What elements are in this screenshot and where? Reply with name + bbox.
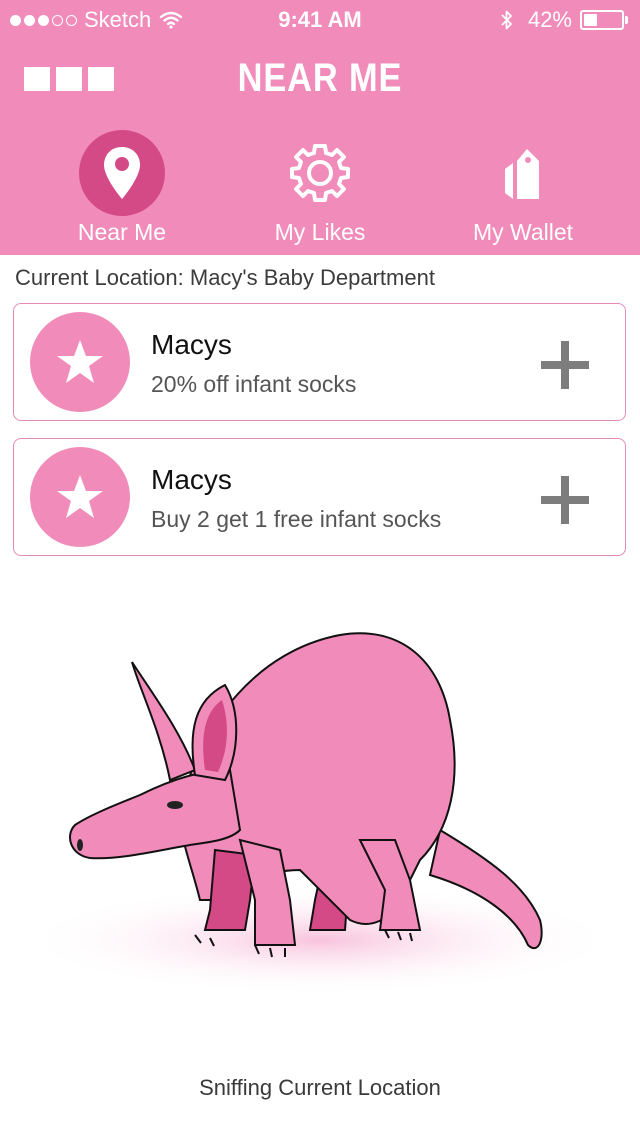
- tab-near-me[interactable]: Near Me: [22, 130, 222, 246]
- aardvark-illustration: [20, 632, 620, 995]
- battery-tip: [625, 16, 628, 24]
- aardvark-eye: [167, 801, 183, 809]
- page-title: NEAR ME: [237, 56, 403, 100]
- tab-icon-circle: [79, 130, 165, 216]
- bluetooth-icon: [501, 10, 512, 30]
- tab-my-likes[interactable]: My Likes: [220, 130, 420, 246]
- deal-card[interactable]: Macys Buy 2 get 1 free infant socks: [13, 438, 626, 556]
- deal-badge: [30, 447, 130, 547]
- tag-icon: [505, 149, 539, 199]
- aardvark-ear-far: [131, 661, 197, 782]
- map-pin-icon: [104, 147, 140, 199]
- tab-my-wallet[interactable]: My Wallet: [423, 130, 623, 246]
- battery-level: [584, 14, 597, 26]
- aardvark-nostril: [77, 839, 83, 851]
- app-header: Sketch 9:41 AM 42% NEAR ME Near Me My Li…: [0, 0, 640, 255]
- deal-card[interactable]: Macys 20% off infant socks: [13, 303, 626, 421]
- status-caption: Sniffing Current Location: [199, 1075, 441, 1100]
- plus-icon: [561, 341, 569, 389]
- deal-description: 20% off infant socks: [151, 371, 357, 397]
- status-bar: Sketch 9:41 AM 42%: [0, 0, 640, 40]
- deal-badge: [30, 312, 130, 412]
- current-location: Current Location: Macy's Baby Department: [15, 265, 435, 290]
- tab-label: Near Me: [77, 219, 167, 245]
- tab-icon-circle: [277, 130, 363, 216]
- tab-icon-circle: [480, 130, 566, 216]
- deal-title: Macys: [151, 329, 232, 360]
- battery-percent: 42%: [527, 7, 572, 32]
- tab-label: My Wallet: [472, 219, 574, 245]
- deal-description: Buy 2 get 1 free infant socks: [151, 506, 442, 532]
- status-right: 42%: [500, 7, 628, 33]
- plus-icon: [561, 476, 569, 524]
- add-deal-button[interactable]: [541, 476, 589, 524]
- gear-icon: [290, 144, 350, 202]
- star-icon: [57, 340, 103, 383]
- star-icon: [57, 475, 103, 518]
- battery-icon: [580, 10, 624, 30]
- add-deal-button[interactable]: [541, 341, 589, 389]
- deal-title: Macys: [151, 464, 232, 495]
- tab-label: My Likes: [274, 219, 366, 245]
